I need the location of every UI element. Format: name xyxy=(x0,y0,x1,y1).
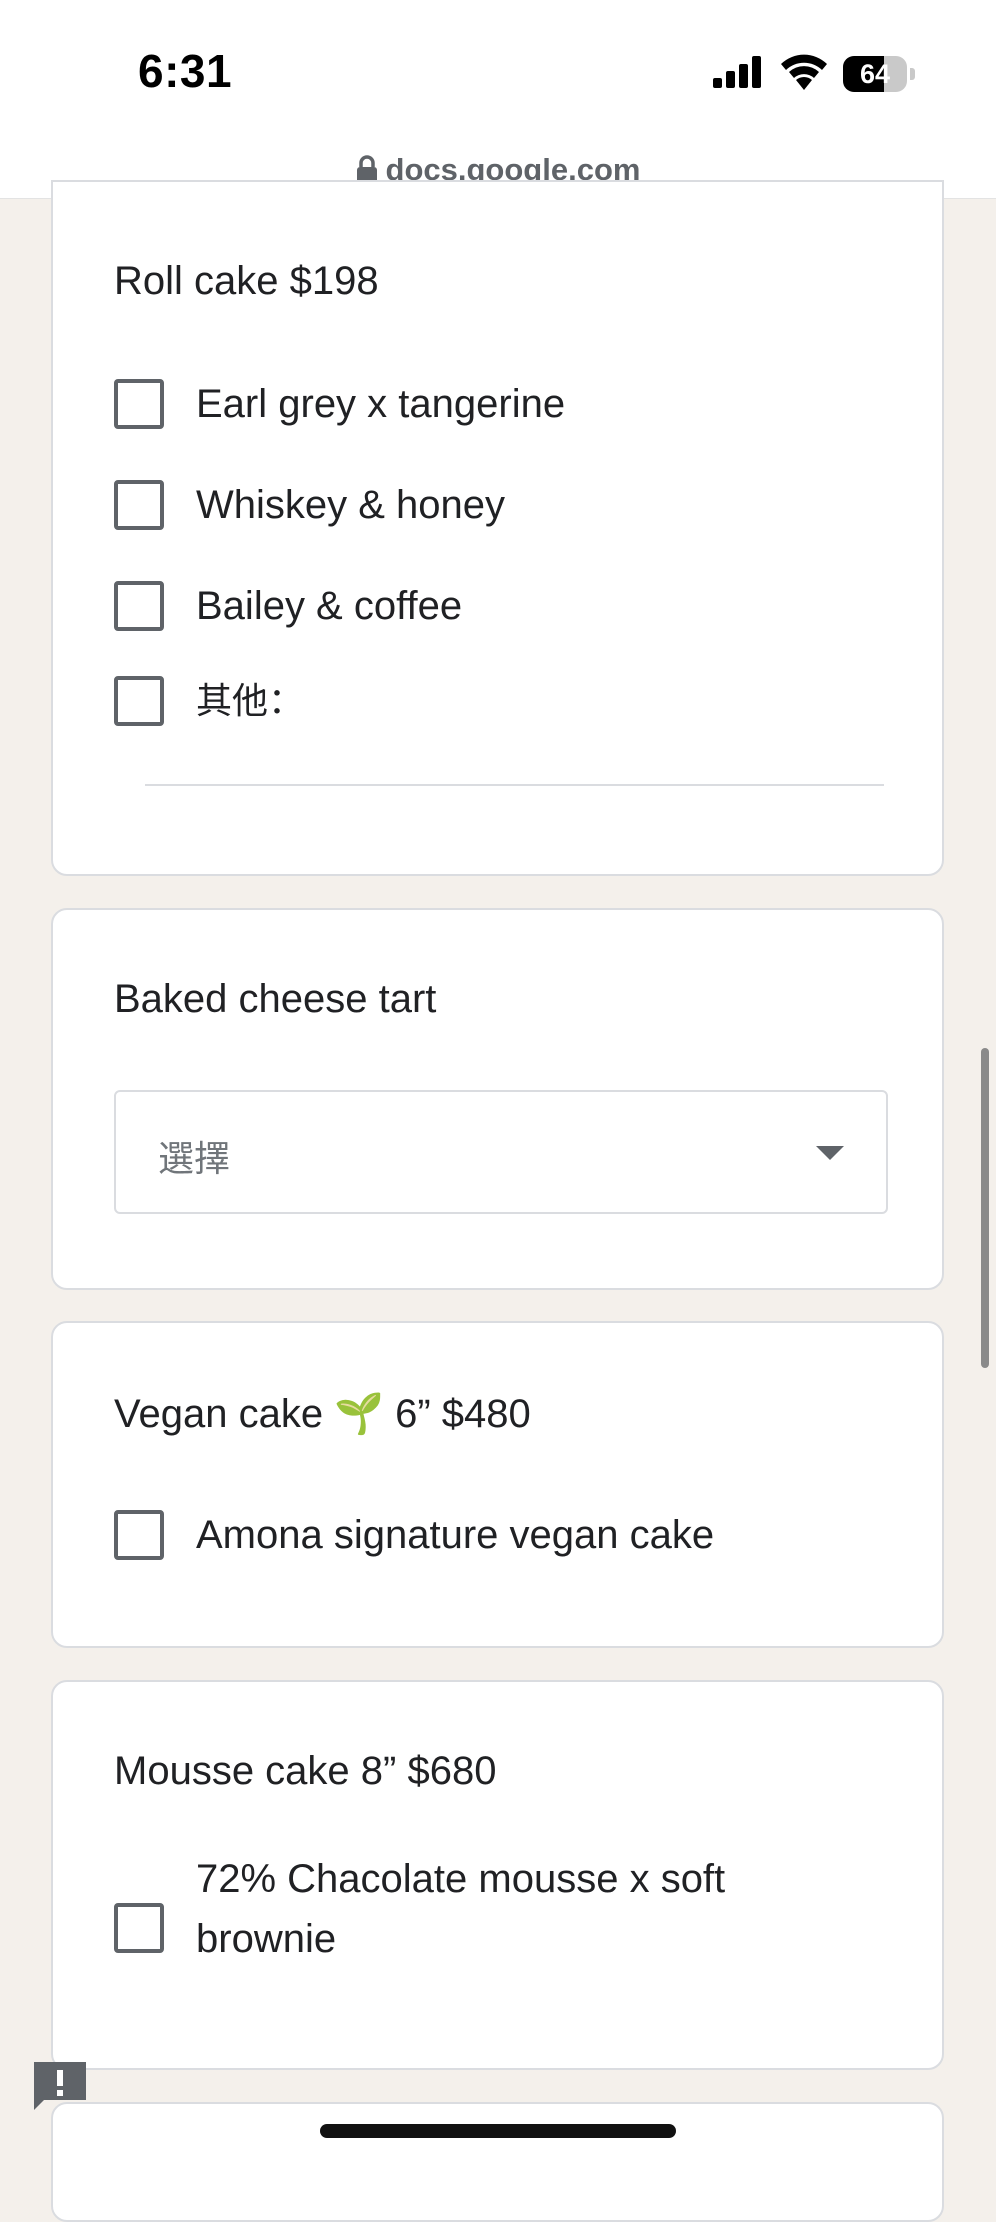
select-placeholder: 選擇 xyxy=(158,1138,231,1179)
home-indicator xyxy=(320,2124,676,2138)
dropdown-select[interactable]: 選擇 xyxy=(114,1090,888,1214)
question-title: Baked cheese tart xyxy=(114,977,437,1021)
battery-percent: 64 xyxy=(859,59,891,89)
question-card-next xyxy=(51,2102,944,2222)
question-title: Roll cake $198 xyxy=(114,259,379,303)
option-label: Amona signature vegan cake xyxy=(196,1513,715,1557)
checkbox[interactable] xyxy=(114,480,164,530)
status-bar: 6:31 64 xyxy=(0,0,996,140)
wifi-icon xyxy=(780,52,828,95)
question-title: Mousse cake 8” $680 xyxy=(114,1749,497,1793)
checkbox[interactable] xyxy=(114,1903,164,1953)
option-label: Bailey & coffee xyxy=(196,584,463,628)
dropdown-arrow-icon xyxy=(816,1146,844,1167)
checkbox[interactable] xyxy=(114,581,164,631)
question-card-roll-cake: Roll cake $198 Earl grey x tangerine Whi… xyxy=(51,180,944,876)
option-label: Whiskey & honey xyxy=(196,483,506,527)
question-card-vegan-cake: Vegan cake 🌱 6” $480 Amona signature veg… xyxy=(51,1321,944,1648)
option-label: 72% Chacolate mousse x soft brownie xyxy=(196,1857,726,1961)
option-label-other: 其他： xyxy=(196,680,305,721)
question-card-cheese-tart: Baked cheese tart 選擇 xyxy=(51,908,944,1290)
checkbox[interactable] xyxy=(114,379,164,429)
question-title: Vegan cake 🌱 6” $480 xyxy=(114,1392,531,1436)
checkbox[interactable] xyxy=(114,1510,164,1560)
checkbox[interactable] xyxy=(114,676,164,726)
status-time: 6:31 xyxy=(138,45,233,97)
option-label: Earl grey x tangerine xyxy=(196,382,566,426)
other-text-input[interactable] xyxy=(145,784,884,786)
cellular-signal-icon xyxy=(713,56,763,93)
question-card-mousse-cake: Mousse cake 8” $680 72% Chacolate mousse… xyxy=(51,1680,944,2070)
feedback-icon[interactable] xyxy=(34,2062,86,2110)
page-scrollbar[interactable] xyxy=(981,1048,989,1368)
